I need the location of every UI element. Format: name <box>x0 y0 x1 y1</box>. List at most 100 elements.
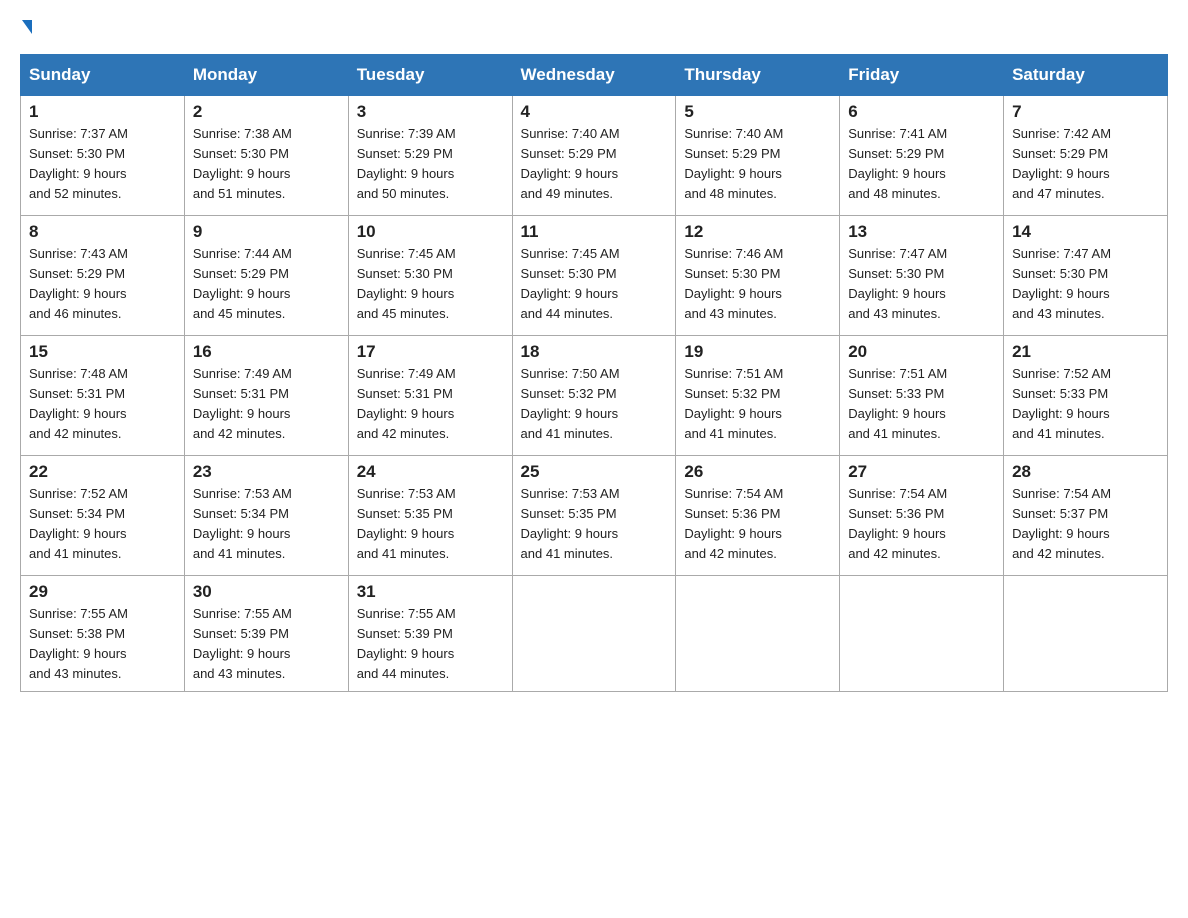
header-tuesday: Tuesday <box>348 55 512 96</box>
calendar-cell: 5Sunrise: 7:40 AMSunset: 5:29 PMDaylight… <box>676 96 840 216</box>
day-info: Sunrise: 7:47 AMSunset: 5:30 PMDaylight:… <box>848 244 995 325</box>
day-number: 28 <box>1012 462 1159 482</box>
logo <box>20 20 32 34</box>
day-info: Sunrise: 7:54 AMSunset: 5:36 PMDaylight:… <box>684 484 831 565</box>
day-number: 10 <box>357 222 504 242</box>
day-number: 30 <box>193 582 340 602</box>
day-number: 5 <box>684 102 831 122</box>
calendar-cell <box>676 576 840 692</box>
day-info: Sunrise: 7:48 AMSunset: 5:31 PMDaylight:… <box>29 364 176 445</box>
calendar-cell: 26Sunrise: 7:54 AMSunset: 5:36 PMDayligh… <box>676 456 840 576</box>
day-number: 17 <box>357 342 504 362</box>
day-number: 25 <box>521 462 668 482</box>
day-info: Sunrise: 7:51 AMSunset: 5:33 PMDaylight:… <box>848 364 995 445</box>
header-sunday: Sunday <box>21 55 185 96</box>
day-info: Sunrise: 7:40 AMSunset: 5:29 PMDaylight:… <box>521 124 668 205</box>
calendar-cell: 27Sunrise: 7:54 AMSunset: 5:36 PMDayligh… <box>840 456 1004 576</box>
calendar-cell: 1Sunrise: 7:37 AMSunset: 5:30 PMDaylight… <box>21 96 185 216</box>
day-info: Sunrise: 7:44 AMSunset: 5:29 PMDaylight:… <box>193 244 340 325</box>
calendar-cell: 18Sunrise: 7:50 AMSunset: 5:32 PMDayligh… <box>512 336 676 456</box>
day-info: Sunrise: 7:52 AMSunset: 5:34 PMDaylight:… <box>29 484 176 565</box>
day-number: 12 <box>684 222 831 242</box>
day-info: Sunrise: 7:51 AMSunset: 5:32 PMDaylight:… <box>684 364 831 445</box>
day-info: Sunrise: 7:45 AMSunset: 5:30 PMDaylight:… <box>357 244 504 325</box>
day-number: 2 <box>193 102 340 122</box>
day-info: Sunrise: 7:55 AMSunset: 5:39 PMDaylight:… <box>357 604 504 685</box>
calendar-table: SundayMondayTuesdayWednesdayThursdayFrid… <box>20 54 1168 692</box>
day-number: 18 <box>521 342 668 362</box>
calendar-week-row: 29Sunrise: 7:55 AMSunset: 5:38 PMDayligh… <box>21 576 1168 692</box>
day-info: Sunrise: 7:55 AMSunset: 5:38 PMDaylight:… <box>29 604 176 685</box>
calendar-cell: 11Sunrise: 7:45 AMSunset: 5:30 PMDayligh… <box>512 216 676 336</box>
calendar-cell <box>512 576 676 692</box>
calendar-cell: 28Sunrise: 7:54 AMSunset: 5:37 PMDayligh… <box>1004 456 1168 576</box>
day-number: 19 <box>684 342 831 362</box>
day-info: Sunrise: 7:42 AMSunset: 5:29 PMDaylight:… <box>1012 124 1159 205</box>
day-number: 7 <box>1012 102 1159 122</box>
header-saturday: Saturday <box>1004 55 1168 96</box>
page-header <box>20 20 1168 34</box>
day-info: Sunrise: 7:53 AMSunset: 5:35 PMDaylight:… <box>357 484 504 565</box>
day-info: Sunrise: 7:49 AMSunset: 5:31 PMDaylight:… <box>193 364 340 445</box>
calendar-cell: 13Sunrise: 7:47 AMSunset: 5:30 PMDayligh… <box>840 216 1004 336</box>
calendar-cell <box>840 576 1004 692</box>
header-friday: Friday <box>840 55 1004 96</box>
calendar-cell: 7Sunrise: 7:42 AMSunset: 5:29 PMDaylight… <box>1004 96 1168 216</box>
day-number: 13 <box>848 222 995 242</box>
calendar-cell: 10Sunrise: 7:45 AMSunset: 5:30 PMDayligh… <box>348 216 512 336</box>
day-number: 1 <box>29 102 176 122</box>
day-number: 29 <box>29 582 176 602</box>
calendar-cell: 23Sunrise: 7:53 AMSunset: 5:34 PMDayligh… <box>184 456 348 576</box>
day-info: Sunrise: 7:39 AMSunset: 5:29 PMDaylight:… <box>357 124 504 205</box>
day-info: Sunrise: 7:55 AMSunset: 5:39 PMDaylight:… <box>193 604 340 685</box>
day-info: Sunrise: 7:54 AMSunset: 5:37 PMDaylight:… <box>1012 484 1159 565</box>
calendar-cell: 21Sunrise: 7:52 AMSunset: 5:33 PMDayligh… <box>1004 336 1168 456</box>
day-info: Sunrise: 7:53 AMSunset: 5:34 PMDaylight:… <box>193 484 340 565</box>
header-wednesday: Wednesday <box>512 55 676 96</box>
calendar-cell: 12Sunrise: 7:46 AMSunset: 5:30 PMDayligh… <box>676 216 840 336</box>
calendar-cell: 29Sunrise: 7:55 AMSunset: 5:38 PMDayligh… <box>21 576 185 692</box>
header-monday: Monday <box>184 55 348 96</box>
calendar-cell: 9Sunrise: 7:44 AMSunset: 5:29 PMDaylight… <box>184 216 348 336</box>
day-number: 14 <box>1012 222 1159 242</box>
calendar-cell: 24Sunrise: 7:53 AMSunset: 5:35 PMDayligh… <box>348 456 512 576</box>
day-info: Sunrise: 7:43 AMSunset: 5:29 PMDaylight:… <box>29 244 176 325</box>
day-info: Sunrise: 7:49 AMSunset: 5:31 PMDaylight:… <box>357 364 504 445</box>
day-number: 20 <box>848 342 995 362</box>
calendar-cell: 16Sunrise: 7:49 AMSunset: 5:31 PMDayligh… <box>184 336 348 456</box>
calendar-header-row: SundayMondayTuesdayWednesdayThursdayFrid… <box>21 55 1168 96</box>
day-number: 15 <box>29 342 176 362</box>
day-info: Sunrise: 7:41 AMSunset: 5:29 PMDaylight:… <box>848 124 995 205</box>
day-info: Sunrise: 7:47 AMSunset: 5:30 PMDaylight:… <box>1012 244 1159 325</box>
day-info: Sunrise: 7:37 AMSunset: 5:30 PMDaylight:… <box>29 124 176 205</box>
day-info: Sunrise: 7:52 AMSunset: 5:33 PMDaylight:… <box>1012 364 1159 445</box>
calendar-cell: 22Sunrise: 7:52 AMSunset: 5:34 PMDayligh… <box>21 456 185 576</box>
day-info: Sunrise: 7:54 AMSunset: 5:36 PMDaylight:… <box>848 484 995 565</box>
day-number: 24 <box>357 462 504 482</box>
day-number: 16 <box>193 342 340 362</box>
day-info: Sunrise: 7:38 AMSunset: 5:30 PMDaylight:… <box>193 124 340 205</box>
day-number: 6 <box>848 102 995 122</box>
calendar-cell: 30Sunrise: 7:55 AMSunset: 5:39 PMDayligh… <box>184 576 348 692</box>
calendar-cell: 17Sunrise: 7:49 AMSunset: 5:31 PMDayligh… <box>348 336 512 456</box>
calendar-week-row: 22Sunrise: 7:52 AMSunset: 5:34 PMDayligh… <box>21 456 1168 576</box>
calendar-cell: 15Sunrise: 7:48 AMSunset: 5:31 PMDayligh… <box>21 336 185 456</box>
calendar-cell: 14Sunrise: 7:47 AMSunset: 5:30 PMDayligh… <box>1004 216 1168 336</box>
day-info: Sunrise: 7:40 AMSunset: 5:29 PMDaylight:… <box>684 124 831 205</box>
calendar-cell: 19Sunrise: 7:51 AMSunset: 5:32 PMDayligh… <box>676 336 840 456</box>
calendar-cell: 2Sunrise: 7:38 AMSunset: 5:30 PMDaylight… <box>184 96 348 216</box>
day-number: 11 <box>521 222 668 242</box>
day-number: 22 <box>29 462 176 482</box>
day-number: 3 <box>357 102 504 122</box>
calendar-cell: 20Sunrise: 7:51 AMSunset: 5:33 PMDayligh… <box>840 336 1004 456</box>
day-info: Sunrise: 7:50 AMSunset: 5:32 PMDaylight:… <box>521 364 668 445</box>
day-number: 4 <box>521 102 668 122</box>
calendar-week-row: 1Sunrise: 7:37 AMSunset: 5:30 PMDaylight… <box>21 96 1168 216</box>
calendar-cell <box>1004 576 1168 692</box>
calendar-cell: 4Sunrise: 7:40 AMSunset: 5:29 PMDaylight… <box>512 96 676 216</box>
header-thursday: Thursday <box>676 55 840 96</box>
calendar-cell: 8Sunrise: 7:43 AMSunset: 5:29 PMDaylight… <box>21 216 185 336</box>
day-info: Sunrise: 7:53 AMSunset: 5:35 PMDaylight:… <box>521 484 668 565</box>
day-number: 31 <box>357 582 504 602</box>
calendar-week-row: 15Sunrise: 7:48 AMSunset: 5:31 PMDayligh… <box>21 336 1168 456</box>
